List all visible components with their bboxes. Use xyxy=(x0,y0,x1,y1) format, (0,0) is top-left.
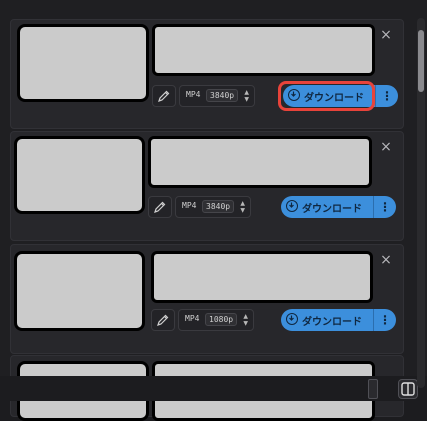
format-label: MP4 xyxy=(185,314,200,323)
format-label: MP4 xyxy=(186,90,201,99)
scrollbar-thumb[interactable] xyxy=(418,30,424,92)
video-card: × MP4 3840p ▲ ▼ ダウンロード ⋮ xyxy=(10,131,404,241)
format-selector[interactable]: MP4 3840p ▲ ▼ xyxy=(179,85,255,107)
edit-button[interactable] xyxy=(148,196,172,218)
close-icon[interactable]: × xyxy=(379,253,393,267)
format-label: MP4 xyxy=(182,201,197,210)
resolution-value: 3840p xyxy=(206,89,239,102)
video-thumbnail xyxy=(14,136,145,214)
download-split-button: ダウンロード ⋮ xyxy=(281,309,396,331)
updown-icon: ▲ ▼ xyxy=(243,313,248,327)
close-icon[interactable]: × xyxy=(379,140,393,154)
download-icon xyxy=(286,200,298,212)
bottom-toolbar xyxy=(0,376,427,401)
close-icon[interactable]: × xyxy=(379,28,393,42)
video-title-box xyxy=(151,251,373,303)
format-selector[interactable]: MP4 1080p ▲ ▼ xyxy=(178,309,254,331)
more-options-icon[interactable]: ⋮ xyxy=(374,309,396,331)
video-title-box xyxy=(152,24,375,76)
video-thumbnail xyxy=(14,251,145,331)
more-options-icon[interactable]: ⋮ xyxy=(376,85,398,107)
download-split-button: ダウンロード ⋮ xyxy=(281,196,396,218)
download-button[interactable]: ダウンロード xyxy=(281,309,373,331)
trash-icon[interactable] xyxy=(368,379,378,399)
download-label: ダウンロード xyxy=(302,317,362,328)
more-options-icon[interactable]: ⋮ xyxy=(374,196,396,218)
video-thumbnail xyxy=(17,24,149,102)
edit-button[interactable] xyxy=(151,309,175,331)
pencil-icon xyxy=(154,201,166,213)
highlight-outline xyxy=(278,81,375,111)
download-label: ダウンロード xyxy=(302,204,362,215)
format-selector[interactable]: MP4 3840p ▲ ▼ xyxy=(175,196,251,218)
video-card: × MP4 3840p ▲ ▼ ダウンロード ⋮ xyxy=(10,19,404,129)
resolution-value: 3840p xyxy=(202,200,235,213)
video-card: × MP4 1080p ▲ ▼ ダウンロード ⋮ xyxy=(10,244,404,354)
resolution-value: 1080p xyxy=(205,313,238,326)
sidebar-toggle-icon[interactable] xyxy=(398,379,418,399)
updown-icon: ▲ ▼ xyxy=(244,89,249,103)
video-title-box xyxy=(148,136,372,188)
download-panel: × MP4 3840p ▲ ▼ ダウンロード ⋮ × MP4 3840p ▲ ▼… xyxy=(0,0,427,421)
pencil-icon xyxy=(157,314,169,326)
download-icon xyxy=(286,313,298,325)
updown-icon: ▲ ▼ xyxy=(240,200,245,214)
pencil-icon xyxy=(158,90,170,102)
download-button[interactable]: ダウンロード xyxy=(281,196,373,218)
edit-button[interactable] xyxy=(152,85,176,107)
